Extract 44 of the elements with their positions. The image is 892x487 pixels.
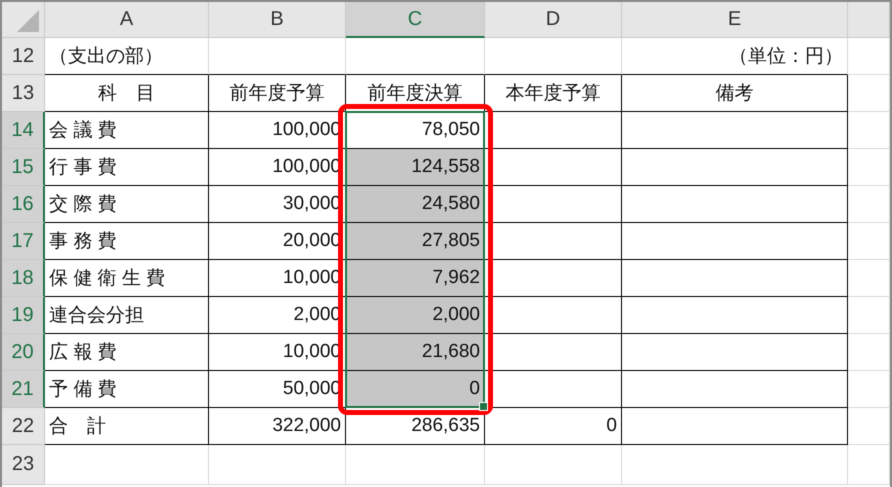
- table-cell: 24,580: [346, 186, 485, 223]
- table-cell: 124,558: [346, 149, 485, 186]
- row-header[interactable]: 23: [2, 445, 45, 485]
- row-header[interactable]: 20: [2, 334, 45, 371]
- column-header[interactable]: B: [209, 2, 346, 38]
- row-header[interactable]: 15: [2, 149, 45, 186]
- row-header[interactable]: 14: [2, 112, 45, 149]
- table-cell: 備考: [622, 75, 848, 112]
- row-header[interactable]: 12: [2, 38, 45, 75]
- table-cell: 合 計: [45, 408, 209, 445]
- column-header[interactable]: [848, 2, 890, 38]
- table-cell: 連合会分担: [45, 297, 209, 334]
- table-cell: （単位：円）: [622, 38, 848, 75]
- row-header[interactable]: 13: [2, 75, 45, 112]
- row-header[interactable]: 17: [2, 223, 45, 260]
- table-cell: 322,000: [209, 408, 346, 445]
- row-header[interactable]: 21: [2, 371, 45, 408]
- table-cell: 行 事 費: [45, 149, 209, 186]
- table-cell: 前年度予算: [209, 75, 346, 112]
- table-cell: 0: [485, 408, 622, 445]
- column-header[interactable]: E: [622, 2, 848, 38]
- table-cell: 21,680: [346, 334, 485, 371]
- table-cell: 予 備 費: [45, 371, 209, 408]
- table-cell: 保 健 衛 生 費: [45, 260, 209, 297]
- table-cell: 0: [346, 371, 485, 408]
- row-header[interactable]: 18: [2, 260, 45, 297]
- table-cell: 7,962: [346, 260, 485, 297]
- column-header[interactable]: A: [45, 2, 209, 38]
- fill-handle[interactable]: [479, 402, 488, 411]
- table-cell: 本年度予算: [485, 75, 622, 112]
- table-cell: （支出の部）: [45, 38, 209, 75]
- column-header[interactable]: D: [485, 2, 622, 38]
- select-all-icon[interactable]: [17, 10, 39, 32]
- table-cell: 事 務 費: [45, 223, 209, 260]
- table-cell: 広 報 費: [45, 334, 209, 371]
- table-cell: 27,805: [346, 223, 485, 260]
- row-header[interactable]: 22: [2, 408, 45, 445]
- table-cell: 交 際 費: [45, 186, 209, 223]
- table-cell: 会 議 費: [45, 112, 209, 149]
- row-header[interactable]: 16: [2, 186, 45, 223]
- row-header[interactable]: 19: [2, 297, 45, 334]
- table-cell: 科 目: [45, 75, 209, 112]
- column-header[interactable]: C: [346, 2, 485, 38]
- table-cell: 2,000: [346, 297, 485, 334]
